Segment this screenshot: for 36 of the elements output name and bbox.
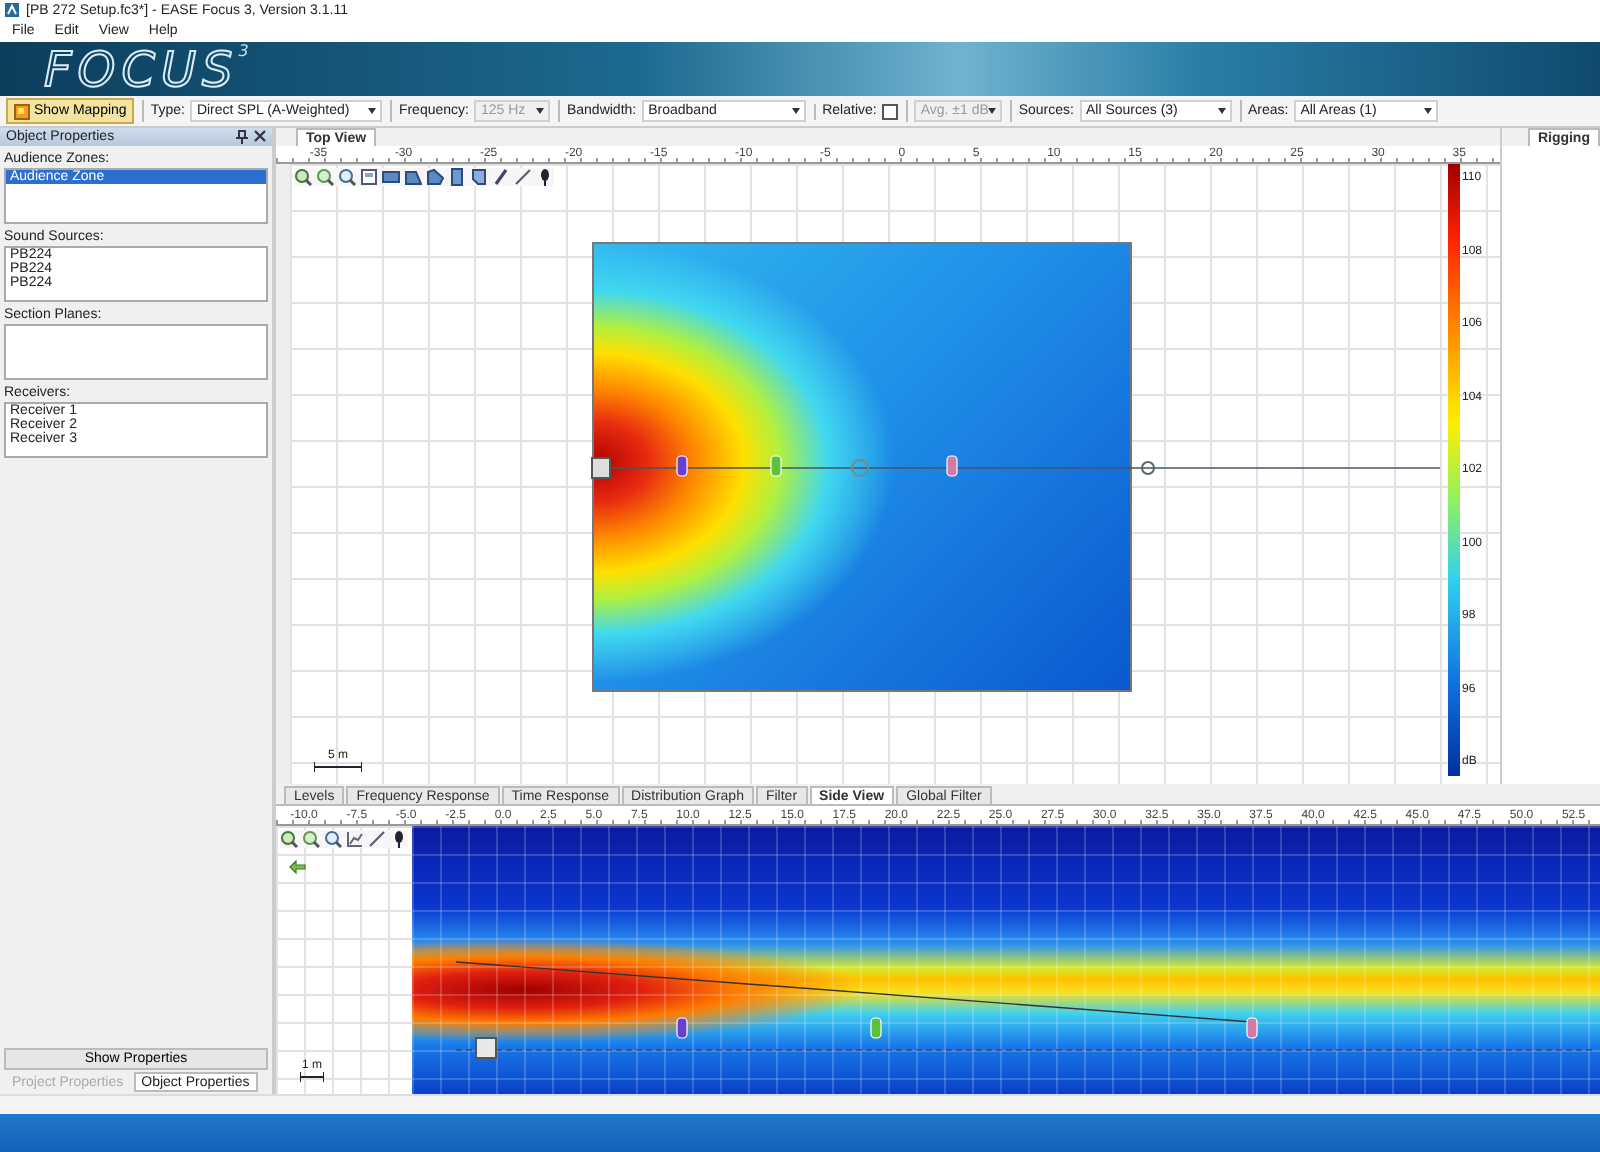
speaker-marker[interactable] xyxy=(475,1037,497,1059)
receiver-marker[interactable] xyxy=(870,1017,882,1039)
checkbox[interactable] xyxy=(882,103,899,119)
logo: FOCUS$^{3}$ xyxy=(44,41,255,97)
ring-marker[interactable] xyxy=(1141,461,1155,475)
pin-icon[interactable] xyxy=(236,130,248,144)
magnifier-icon[interactable] xyxy=(338,168,356,186)
line-icon[interactable] xyxy=(514,168,532,186)
zoom-in-icon[interactable] xyxy=(294,168,312,186)
polygon-icon[interactable] xyxy=(426,168,444,186)
close-icon[interactable] xyxy=(254,130,266,142)
receiver-marker[interactable] xyxy=(676,1017,688,1039)
speaker-marker[interactable] xyxy=(591,457,611,479)
zoom-out-icon[interactable] xyxy=(316,168,334,186)
pen-icon[interactable] xyxy=(492,168,510,186)
magnifier-icon[interactable] xyxy=(324,830,342,848)
panel-icon[interactable] xyxy=(448,168,466,186)
arrow-icon[interactable] xyxy=(288,858,306,876)
map-icon xyxy=(14,103,30,119)
receiver-marker[interactable] xyxy=(770,455,782,477)
chart-icon[interactable] xyxy=(346,830,364,848)
scale-bar xyxy=(300,1072,324,1082)
microphone-icon[interactable] xyxy=(536,168,554,186)
trapezoid-icon[interactable] xyxy=(404,168,422,186)
page-icon[interactable] xyxy=(470,168,488,186)
microphone-icon[interactable] xyxy=(390,830,408,848)
zoom-in-icon[interactable] xyxy=(280,830,298,848)
rectangle-icon[interactable] xyxy=(382,168,400,186)
receiver-marker[interactable] xyxy=(946,455,958,477)
receiver-marker[interactable] xyxy=(676,455,688,477)
receiver-marker[interactable] xyxy=(1246,1017,1258,1039)
zoom-out-icon[interactable] xyxy=(302,830,320,848)
line-icon[interactable] xyxy=(368,830,386,848)
ring-marker[interactable] xyxy=(851,459,869,477)
scale-bar xyxy=(314,762,362,772)
frame-icon[interactable] xyxy=(360,168,378,186)
